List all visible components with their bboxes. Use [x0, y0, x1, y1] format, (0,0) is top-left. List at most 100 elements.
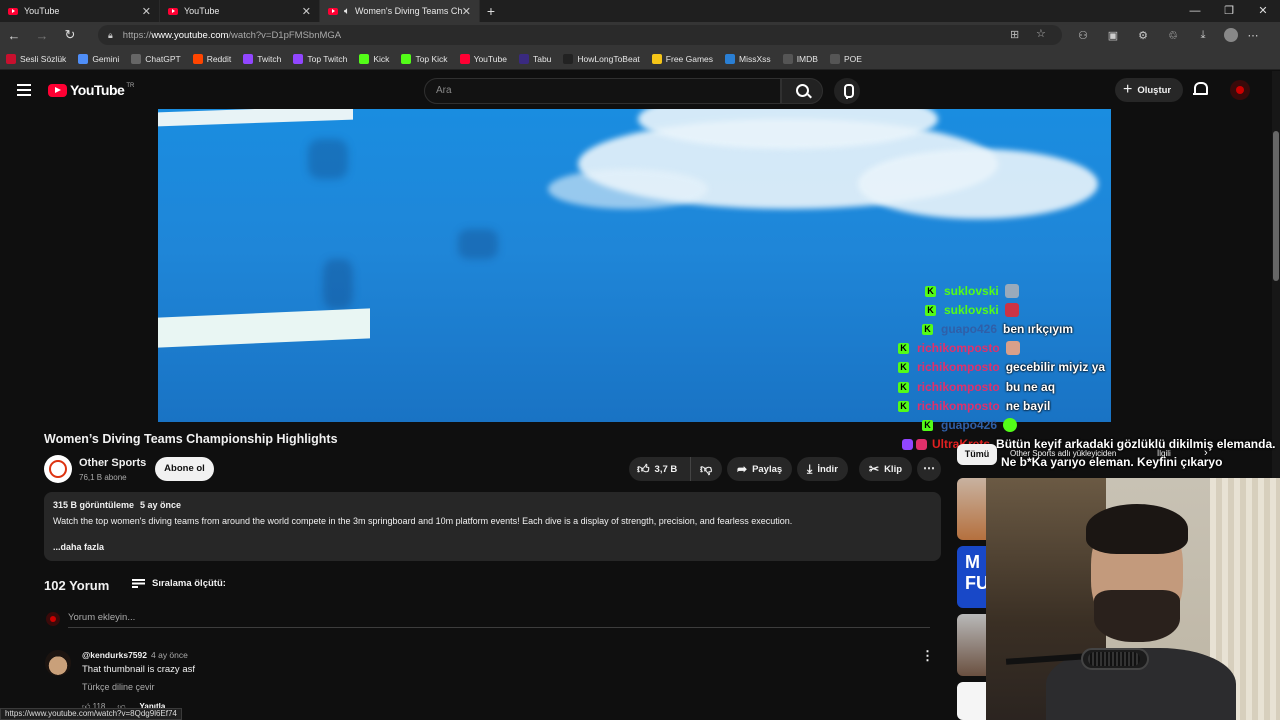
split-screen-icon[interactable]: ▣	[1098, 29, 1128, 42]
sort-comments-button[interactable]: Sıralama ölçütü:	[132, 578, 226, 589]
site-info-icon[interactable]: 🔒︎	[108, 30, 113, 41]
back-icon[interactable]: ←	[0, 28, 28, 43]
search-icon[interactable]	[781, 78, 823, 104]
bookmark-item[interactable]: Tabu	[518, 53, 551, 64]
download-button[interactable]: ⤓ İndir	[797, 457, 848, 481]
bookmark-item[interactable]: Free Games	[651, 53, 713, 64]
water-splash	[858, 149, 1098, 219]
bookmark-label: HowLongToBeat	[577, 53, 640, 64]
region-code: TR	[126, 83, 135, 89]
scrollbar-thumb[interactable]	[1273, 131, 1279, 281]
bookmark-favicon-icon	[131, 53, 142, 64]
notifications-bell-icon[interactable]	[1193, 81, 1208, 97]
youtube-favicon-icon	[168, 7, 178, 15]
bookmark-favicon-icon	[829, 53, 840, 64]
tab-title: YouTube	[184, 6, 220, 16]
account-avatar[interactable]	[1230, 80, 1250, 100]
youtube-logo[interactable]: YouTube TR	[48, 82, 134, 98]
bookmark-item[interactable]: Top Twitch	[293, 53, 347, 64]
window-controls: — ❐ ✕	[1178, 0, 1280, 22]
bookmark-label: Gemini	[92, 53, 120, 64]
close-icon[interactable]: ✕	[1246, 0, 1280, 22]
chip-related[interactable]: İlgili	[1157, 449, 1171, 458]
url-path: /watch?v=D1pFMSbnMGA	[228, 29, 342, 41]
clip-label: Klip	[884, 463, 903, 475]
like-button[interactable]: 👍︎ 3,7 B	[629, 457, 691, 481]
browser-toolbar: ← → ↻ 🔒︎ https://www.youtube.com/watch?v…	[0, 22, 1280, 48]
share-label: Paylaş	[752, 463, 783, 475]
comment-menu-icon[interactable]: ⋮	[921, 648, 934, 664]
show-more-link[interactable]: ...daha fazla	[53, 542, 932, 552]
diving-board	[158, 308, 370, 348]
refresh-icon[interactable]: ↻	[56, 27, 84, 43]
microphone-icon[interactable]	[834, 78, 860, 104]
more-actions-icon[interactable]: ⋯	[917, 457, 941, 481]
bookmark-item[interactable]: HowLongToBeat	[563, 53, 640, 64]
bookmark-item[interactable]: ChatGPT	[131, 53, 181, 64]
bookmark-item[interactable]: POE	[829, 53, 862, 64]
speaker-icon[interactable]: 🔈︎	[344, 6, 350, 17]
video-player[interactable]	[158, 109, 1111, 422]
bookmark-item[interactable]: Top Kick	[401, 53, 448, 64]
dislike-button[interactable]: 👎︎	[691, 462, 712, 477]
recommended-thumbnail[interactable]	[957, 614, 986, 676]
clip-button[interactable]: ✂ Klip	[859, 457, 913, 481]
downloads-icon[interactable]: ⤓	[1188, 29, 1218, 42]
forward-icon[interactable]: →	[28, 28, 56, 43]
address-bar[interactable]: 🔒︎ https://www.youtube.com/watch?v=D1pFM…	[98, 25, 1062, 45]
bookmark-item[interactable]: MissXss	[725, 53, 771, 64]
subscribe-button[interactable]: Abone ol	[155, 457, 214, 481]
description-box[interactable]: 315 B görüntüleme 5 ay önce Watch the top…	[44, 492, 941, 561]
favorites-icon[interactable]: ♲	[1158, 29, 1188, 42]
video-title: Women’s Diving Teams Championship Highli…	[44, 432, 338, 446]
profile-avatar[interactable]	[1224, 28, 1238, 42]
chip-from-uploader[interactable]: Other Sports adlı yükleyiciden	[1010, 449, 1116, 458]
channel-avatar[interactable]	[44, 455, 72, 483]
menu-hamburger-icon[interactable]	[17, 84, 31, 96]
bookmark-item[interactable]: Kick	[359, 53, 389, 64]
create-button[interactable]: + Oluştur	[1115, 78, 1183, 102]
browser-tab-3[interactable]: 🔈︎ Women's Diving Teams Cha ✕	[320, 0, 480, 22]
comment-author[interactable]: @kendurks7592	[82, 650, 147, 660]
favorite-star-icon[interactable]: ☆	[1036, 27, 1046, 40]
bookmark-favicon-icon	[651, 53, 662, 64]
extensions-puzzle-icon[interactable]: ⚙	[1128, 29, 1158, 42]
share-button[interactable]: ➦ Paylaş	[727, 457, 793, 481]
add-comment-input[interactable]: Yorum ekleyin...	[68, 612, 930, 628]
recommended-thumbnail[interactable]	[957, 478, 986, 540]
bookmark-item[interactable]: YouTube	[459, 53, 507, 64]
recommended-thumbnail[interactable]: M FU	[957, 546, 989, 608]
bookmark-label: MissXss	[739, 53, 771, 64]
tab-close-icon[interactable]: ✕	[302, 5, 311, 18]
bookmark-item[interactable]: Twitch	[243, 53, 281, 64]
tab-close-icon[interactable]: ✕	[462, 5, 471, 18]
translate-link[interactable]: Türkçe diline çevir	[82, 682, 155, 692]
bookmark-item[interactable]: Reddit	[192, 53, 231, 64]
bookmark-item[interactable]: Sesli Sözlük	[6, 53, 66, 64]
water-splash	[548, 169, 708, 209]
menu-dots-icon[interactable]: ⋯	[1238, 29, 1268, 42]
upload-age: 5 ay önce	[140, 500, 182, 510]
bookmark-favicon-icon	[725, 53, 736, 64]
browser-tab-2[interactable]: YouTube ✕	[160, 0, 320, 22]
minimize-icon[interactable]: —	[1178, 0, 1212, 22]
tab-close-icon[interactable]: ✕	[142, 5, 151, 18]
bookmark-item[interactable]: IMDB	[782, 53, 818, 64]
channel-name[interactable]: Other Sports	[79, 457, 146, 469]
app-available-icon[interactable]: ⊞	[1010, 28, 1019, 41]
commenter-avatar[interactable]	[45, 650, 71, 676]
new-tab-icon[interactable]: +	[480, 3, 502, 19]
chevron-right-icon[interactable]: ›	[1204, 447, 1208, 459]
bookmark-favicon-icon	[78, 53, 89, 64]
bookmark-item[interactable]: Gemini	[78, 53, 120, 64]
maximize-icon[interactable]: ❐	[1212, 0, 1246, 22]
comment-age[interactable]: 4 ay önce	[151, 650, 188, 660]
bookmark-label: Top Kick	[415, 53, 448, 64]
browser-tab-1[interactable]: YouTube ✕	[0, 0, 160, 22]
chip-all[interactable]: Tümü	[957, 444, 997, 465]
user-avatar	[46, 612, 60, 626]
extension-icon[interactable]: ⚇	[1068, 29, 1098, 42]
search-input[interactable]: Ara	[424, 78, 781, 104]
link-status-bar: https://www.youtube.com/watch?v=8Qdg9l6E…	[0, 708, 182, 720]
recommended-thumbnail[interactable]	[957, 682, 986, 720]
